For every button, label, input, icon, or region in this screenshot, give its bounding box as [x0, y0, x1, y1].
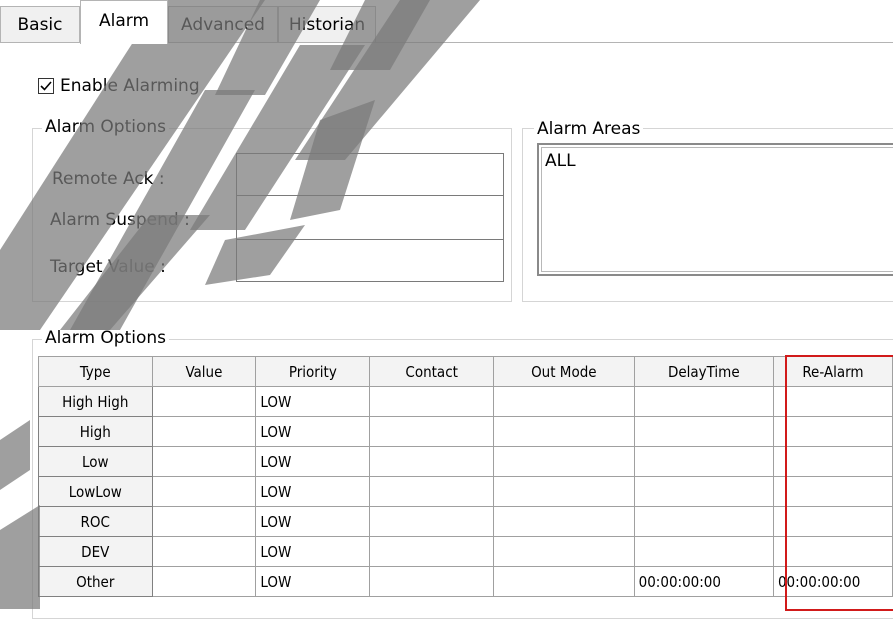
- alarm-areas-group-title: Alarm Areas: [534, 118, 644, 140]
- contact-cell[interactable]: [369, 416, 495, 447]
- enable-alarming-checkbox[interactable]: Enable Alarming: [38, 76, 200, 96]
- checkbox-checked-icon: [38, 78, 54, 94]
- row-type-cell[interactable]: Other: [38, 566, 153, 597]
- out-mode-cell[interactable]: [493, 506, 635, 537]
- table-row: DEV LOW: [38, 536, 893, 567]
- out-mode-cell[interactable]: [493, 536, 635, 567]
- alarm-suspend-field[interactable]: [236, 195, 504, 240]
- delay-time-cell[interactable]: [633, 446, 774, 477]
- table-row: ROC LOW: [38, 506, 893, 537]
- re-alarm-cell[interactable]: [772, 386, 893, 417]
- row-type-cell[interactable]: DEV: [38, 536, 153, 567]
- out-mode-cell[interactable]: [493, 566, 635, 597]
- re-alarm-cell[interactable]: [772, 476, 893, 507]
- delay-time-cell[interactable]: [633, 416, 774, 447]
- contact-cell[interactable]: [369, 446, 495, 477]
- contact-cell[interactable]: [369, 566, 495, 597]
- tab-strip: Basic Alarm Advanced Historian: [0, 0, 893, 44]
- table-row: High High LOW: [38, 386, 893, 417]
- value-cell[interactable]: [151, 476, 257, 507]
- target-value-field[interactable]: [236, 239, 504, 282]
- re-alarm-cell[interactable]: [772, 416, 893, 447]
- contact-cell[interactable]: [369, 506, 495, 537]
- column-header-out-mode[interactable]: Out Mode: [493, 356, 635, 387]
- row-type-cell[interactable]: High: [38, 416, 153, 447]
- remote-ack-field[interactable]: [236, 153, 504, 196]
- priority-cell[interactable]: LOW: [255, 506, 371, 537]
- row-type-cell[interactable]: ROC: [38, 506, 153, 537]
- delay-time-cell[interactable]: [633, 536, 774, 567]
- alarm-options-group-title: Alarm Options: [42, 116, 170, 138]
- alarm-area-item[interactable]: ALL: [545, 151, 576, 171]
- table-row: Other LOW 00:00:00:00 00:00:00:00: [38, 566, 893, 597]
- priority-cell[interactable]: LOW: [255, 386, 371, 417]
- contact-cell[interactable]: [369, 536, 495, 567]
- table-row: LowLow LOW: [38, 476, 893, 507]
- value-cell[interactable]: [151, 506, 257, 537]
- alarm-areas-listbox[interactable]: ALL: [537, 143, 893, 276]
- tab-advanced[interactable]: Advanced: [168, 6, 278, 42]
- alarm-suspend-label: Alarm Suspend :: [50, 210, 190, 230]
- enable-alarming-label: Enable Alarming: [60, 76, 200, 96]
- out-mode-cell[interactable]: [493, 386, 635, 417]
- value-cell[interactable]: [151, 566, 257, 597]
- delay-time-cell[interactable]: [633, 506, 774, 537]
- tab-historian-label: Historian: [288, 15, 366, 35]
- out-mode-cell[interactable]: [493, 476, 635, 507]
- value-cell[interactable]: [151, 446, 257, 477]
- tab-advanced-label: Advanced: [181, 15, 265, 35]
- contact-cell[interactable]: [369, 476, 495, 507]
- tab-historian[interactable]: Historian: [278, 6, 376, 42]
- row-type-cell[interactable]: High High: [38, 386, 153, 417]
- delay-time-cell[interactable]: 00:00:00:00: [633, 566, 774, 597]
- priority-cell[interactable]: LOW: [255, 476, 371, 507]
- contact-cell[interactable]: [369, 386, 495, 417]
- re-alarm-cell[interactable]: [772, 536, 893, 567]
- out-mode-cell[interactable]: [493, 446, 635, 477]
- out-mode-cell[interactable]: [493, 416, 635, 447]
- alarm-options-grid-title: Alarm Options: [42, 327, 170, 349]
- remote-ack-label: Remote Ack :: [52, 169, 165, 189]
- table-row: Low LOW: [38, 446, 893, 477]
- tab-alarm[interactable]: Alarm: [80, 0, 168, 44]
- column-header-contact[interactable]: Contact: [369, 356, 495, 387]
- priority-cell[interactable]: LOW: [255, 536, 371, 567]
- value-cell[interactable]: [151, 416, 257, 447]
- re-alarm-cell[interactable]: 00:00:00:00: [772, 566, 893, 597]
- delay-time-cell[interactable]: [633, 386, 774, 417]
- column-header-value[interactable]: Value: [151, 356, 257, 387]
- target-value-label: Target Value :: [50, 257, 166, 277]
- tab-alarm-label: Alarm: [98, 11, 150, 31]
- re-alarm-cell[interactable]: [772, 446, 893, 477]
- tab-basic[interactable]: Basic: [0, 6, 80, 42]
- table-row: High LOW: [38, 416, 893, 447]
- column-header-type[interactable]: Type: [38, 356, 153, 387]
- column-header-delay-time[interactable]: DelayTime: [633, 356, 774, 387]
- priority-cell[interactable]: LOW: [255, 416, 371, 447]
- row-type-cell[interactable]: LowLow: [38, 476, 153, 507]
- re-alarm-cell[interactable]: [772, 506, 893, 537]
- priority-cell[interactable]: LOW: [255, 446, 371, 477]
- delay-time-cell[interactable]: [633, 476, 774, 507]
- value-cell[interactable]: [151, 386, 257, 417]
- column-header-priority[interactable]: Priority: [255, 356, 371, 387]
- priority-cell[interactable]: LOW: [255, 566, 371, 597]
- alarm-options-table: Type Value Priority Contact Out Mode Del…: [38, 356, 893, 597]
- tab-basic-label: Basic: [17, 15, 63, 35]
- table-header-row: Type Value Priority Contact Out Mode Del…: [38, 356, 893, 387]
- value-cell[interactable]: [151, 536, 257, 567]
- row-type-cell[interactable]: Low: [38, 446, 153, 477]
- column-header-re-alarm[interactable]: Re-Alarm: [772, 356, 893, 387]
